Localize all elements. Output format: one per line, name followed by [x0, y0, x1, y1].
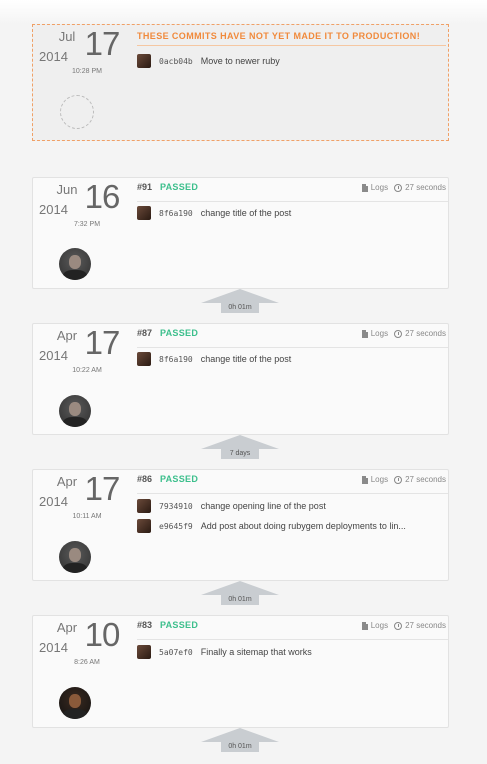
date-block: Apr 2014 17 10:11 AM: [33, 470, 133, 580]
build-header: #86 PASSED Logs 27 seconds: [137, 470, 448, 494]
commit-sha[interactable]: 8f6a190: [159, 355, 193, 364]
divider: [137, 45, 446, 46]
build-status: PASSED: [160, 182, 199, 192]
date-time: 10:22 AM: [72, 367, 102, 374]
time-gap-label: 0h 01m: [221, 742, 259, 752]
date-block: Jun 2014 16 7:32 PM: [33, 178, 133, 288]
date-time: 7:32 PM: [73, 221, 101, 228]
clock-icon: [394, 329, 403, 338]
clock-icon: [394, 183, 403, 192]
date-year: 2014: [39, 348, 68, 363]
commit-sha[interactable]: 0acb04b: [159, 57, 193, 66]
date-time: 10:11 AM: [72, 513, 102, 520]
time-gap-connector: 0h 01m: [201, 728, 279, 752]
commit-row[interactable]: 5a07ef0 Finally a sitemap that works: [137, 644, 312, 660]
clock-icon: [394, 621, 403, 630]
date-day: 16: [84, 178, 121, 215]
commit-sha[interactable]: 5a07ef0: [159, 648, 193, 657]
undeployed-warning: THESE COMMITS HAVE NOT YET MADE IT TO PR…: [137, 31, 421, 41]
build-number[interactable]: #86: [137, 474, 152, 484]
logs-link[interactable]: Logs: [361, 475, 388, 484]
commit-author-avatar: [137, 352, 151, 366]
build-number[interactable]: #87: [137, 328, 152, 338]
date-day: 17: [84, 470, 121, 507]
time-gap-connector: 0h 01m: [201, 289, 279, 313]
commit-author-avatar: [137, 645, 151, 659]
build-header: #83 PASSED Logs 27 seconds: [137, 616, 448, 640]
file-icon: [361, 621, 368, 630]
build-card-91: Jun 2014 16 7:32 PM #91 PASSED Logs 27 s…: [32, 177, 449, 289]
commit-author-avatar: [137, 54, 151, 68]
file-icon: [361, 475, 368, 484]
up-arrow-icon: [201, 435, 279, 449]
time-gap-connector: 0h 01m: [201, 581, 279, 605]
build-header: #91 PASSED Logs 27 seconds: [137, 178, 448, 202]
avatar-placeholder: [60, 95, 94, 129]
date-day: 17: [84, 324, 121, 361]
date-time: 8:26 AM: [74, 659, 100, 666]
date-day: 17: [84, 25, 121, 62]
commit-message: change title of the post: [200, 208, 292, 218]
build-duration: 27 seconds: [394, 621, 446, 630]
build-duration: 27 seconds: [394, 183, 446, 192]
logs-link[interactable]: Logs: [361, 183, 388, 192]
commit-sha[interactable]: 7934910: [159, 502, 193, 511]
up-arrow-icon: [201, 289, 279, 303]
commit-message: Finally a sitemap that works: [200, 647, 312, 657]
date-day: 10: [84, 616, 121, 653]
build-status: PASSED: [160, 474, 199, 484]
commit-message: change opening line of the post: [200, 501, 326, 511]
up-arrow-icon: [201, 728, 279, 742]
build-status: PASSED: [160, 620, 199, 630]
build-duration: 27 seconds: [394, 475, 446, 484]
commit-sha[interactable]: 8f6a190: [159, 209, 193, 218]
commit-row[interactable]: 0acb04b Move to newer ruby: [137, 53, 280, 69]
build-number[interactable]: #91: [137, 182, 152, 192]
commit-sha[interactable]: e9645f9: [159, 522, 193, 531]
commit-row[interactable]: 8f6a190 change title of the post: [137, 205, 291, 221]
author-avatar[interactable]: [59, 687, 91, 719]
date-block: Jul 2014 17 10:28 PM: [33, 25, 133, 140]
commit-message: Add post about doing rubygem deployments…: [200, 521, 406, 531]
date-year: 2014: [39, 49, 68, 64]
file-icon: [361, 329, 368, 338]
build-number[interactable]: #83: [137, 620, 152, 630]
commit-author-avatar: [137, 499, 151, 513]
commit-row[interactable]: 8f6a190 change title of the post: [137, 351, 291, 367]
build-card-83: Apr 2014 10 8:26 AM #83 PASSED Logs 27 s…: [32, 615, 449, 728]
time-gap-connector: 7 days: [201, 435, 279, 459]
undeployed-commits-panel: Jul 2014 17 10:28 PM THESE COMMITS HAVE …: [32, 24, 449, 141]
up-arrow-icon: [201, 581, 279, 595]
build-card-86: Apr 2014 17 10:11 AM #86 PASSED Logs 27 …: [32, 469, 449, 581]
commit-row[interactable]: 7934910 change opening line of the post: [137, 498, 326, 514]
date-year: 2014: [39, 202, 68, 217]
date-year: 2014: [39, 494, 68, 509]
commit-row[interactable]: e9645f9 Add post about doing rubygem dep…: [137, 518, 406, 534]
author-avatar[interactable]: [59, 395, 91, 427]
top-fade: [0, 0, 487, 24]
author-avatar[interactable]: [59, 248, 91, 280]
commit-message: Move to newer ruby: [200, 56, 280, 66]
clock-icon: [394, 475, 403, 484]
date-time: 10:28 PM: [72, 68, 102, 75]
date-block: Apr 2014 17 10:22 AM: [33, 324, 133, 434]
logs-link[interactable]: Logs: [361, 621, 388, 630]
logs-link[interactable]: Logs: [361, 329, 388, 338]
time-gap-label: 7 days: [221, 449, 259, 459]
time-gap-label: 0h 01m: [221, 303, 259, 313]
build-duration: 27 seconds: [394, 329, 446, 338]
build-status: PASSED: [160, 328, 199, 338]
build-card-87: Apr 2014 17 10:22 AM #87 PASSED Logs 27 …: [32, 323, 449, 435]
commit-message: change title of the post: [200, 354, 292, 364]
file-icon: [361, 183, 368, 192]
date-year: 2014: [39, 640, 68, 655]
build-header: #87 PASSED Logs 27 seconds: [137, 324, 448, 348]
author-avatar[interactable]: [59, 541, 91, 573]
date-block: Apr 2014 10 8:26 AM: [33, 616, 133, 727]
time-gap-label: 0h 01m: [221, 595, 259, 605]
commit-author-avatar: [137, 519, 151, 533]
commit-author-avatar: [137, 206, 151, 220]
